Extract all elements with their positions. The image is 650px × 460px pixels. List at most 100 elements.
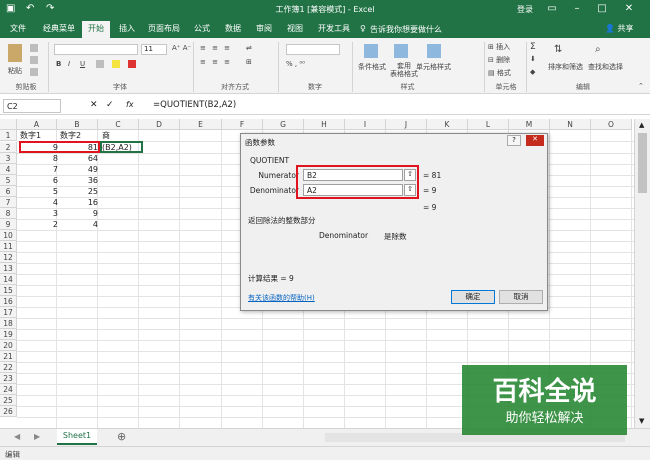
cell-b7[interactable]: 16 bbox=[60, 197, 98, 208]
conditional-format-label[interactable]: 条件格式 bbox=[358, 62, 386, 72]
row-header-23[interactable]: 23 bbox=[0, 373, 17, 384]
scroll-down-icon[interactable]: ▼ bbox=[639, 417, 644, 425]
cell-b5[interactable]: 36 bbox=[60, 175, 98, 186]
italic-icon[interactable]: I bbox=[68, 60, 70, 68]
sort-filter-icon[interactable]: ⇅ bbox=[554, 44, 562, 55]
help-icon[interactable]: ? bbox=[507, 135, 521, 146]
tab-formulas[interactable]: 公式 bbox=[190, 23, 214, 34]
insert-function-icon[interactable]: fx bbox=[126, 100, 134, 109]
font-size-combo[interactable]: 11 bbox=[141, 44, 167, 55]
tab-review[interactable]: 审阅 bbox=[252, 23, 276, 34]
tell-me-input[interactable]: 告诉我你想要做什么 bbox=[370, 24, 442, 35]
ribbon-display-icon[interactable]: ▭ bbox=[545, 3, 559, 14]
row-header-5[interactable]: 5 bbox=[0, 175, 17, 186]
percent-icon[interactable]: % , ⁰⁰ bbox=[286, 60, 305, 68]
cell-b9[interactable]: 4 bbox=[60, 219, 98, 230]
cell-a3[interactable]: 8 bbox=[20, 153, 58, 164]
tab-classic-menu[interactable]: 经典菜单 bbox=[39, 23, 79, 34]
cell-c1[interactable]: 商 bbox=[102, 130, 110, 141]
vertical-scrollbar[interactable]: ▲ ▼ bbox=[634, 119, 650, 428]
cell-b6[interactable]: 25 bbox=[60, 186, 98, 197]
minimize-icon[interactable]: – bbox=[570, 3, 584, 14]
cut-icon[interactable] bbox=[30, 44, 38, 52]
next-sheet-icon[interactable]: ▶ bbox=[34, 432, 40, 441]
column-header-f[interactable]: F bbox=[222, 119, 263, 130]
column-header-d[interactable]: D bbox=[139, 119, 180, 130]
underline-icon[interactable]: U bbox=[80, 60, 85, 68]
row-header-18[interactable]: 18 bbox=[0, 318, 17, 329]
collapse-ribbon-icon[interactable]: ⌃ bbox=[638, 82, 644, 90]
scroll-thumb[interactable] bbox=[638, 133, 647, 193]
conditional-format-icon[interactable] bbox=[364, 44, 378, 58]
paste-label[interactable]: 粘贴 bbox=[8, 66, 22, 76]
copy-icon[interactable] bbox=[30, 56, 38, 64]
cell-a4[interactable]: 7 bbox=[20, 164, 58, 175]
wrap-text-icon[interactable]: ⇌ bbox=[246, 44, 252, 52]
cell-a9[interactable]: 2 bbox=[20, 219, 58, 230]
formula-input[interactable]: =QUOTIENT(B2,A2) bbox=[153, 100, 236, 110]
column-header-k[interactable]: K bbox=[427, 119, 468, 130]
login-link[interactable]: 登录 bbox=[517, 4, 533, 15]
row-header-17[interactable]: 17 bbox=[0, 307, 17, 318]
column-header-j[interactable]: J bbox=[386, 119, 427, 130]
row-header-3[interactable]: 3 bbox=[0, 153, 17, 164]
cell-a7[interactable]: 4 bbox=[20, 197, 58, 208]
find-select-label[interactable]: 查找和选择 bbox=[588, 62, 623, 72]
name-box[interactable]: C2 bbox=[3, 99, 61, 113]
align-left-icon[interactable]: ≡ ≡ ≡ bbox=[200, 58, 232, 66]
paste-icon[interactable] bbox=[8, 44, 22, 62]
cell-b4[interactable]: 49 bbox=[60, 164, 98, 175]
column-header-h[interactable]: H bbox=[304, 119, 345, 130]
cell-a5[interactable]: 6 bbox=[20, 175, 58, 186]
column-header-l[interactable]: L bbox=[468, 119, 509, 130]
row-header-13[interactable]: 13 bbox=[0, 263, 17, 274]
row-header-21[interactable]: 21 bbox=[0, 351, 17, 362]
cancel-button[interactable]: 取消 bbox=[499, 290, 543, 304]
tab-file[interactable]: 文件 bbox=[6, 23, 30, 34]
clear-icon[interactable]: ◆ bbox=[530, 68, 535, 76]
row-header-8[interactable]: 8 bbox=[0, 208, 17, 219]
fill-icon[interactable]: ⬇ bbox=[530, 55, 536, 63]
row-header-12[interactable]: 12 bbox=[0, 252, 17, 263]
cell-b3[interactable]: 64 bbox=[60, 153, 98, 164]
font-name-combo[interactable] bbox=[54, 44, 138, 55]
autosum-icon[interactable]: Σ bbox=[530, 42, 536, 52]
tab-developer[interactable]: 开发工具 bbox=[314, 23, 354, 34]
row-header-1[interactable]: 1 bbox=[0, 130, 17, 141]
row-header-20[interactable]: 20 bbox=[0, 340, 17, 351]
function-help-link[interactable]: 有关该函数的帮助(H) bbox=[248, 293, 315, 303]
row-header-4[interactable]: 4 bbox=[0, 164, 17, 175]
insert-cells-button[interactable]: ⊞ 插入 bbox=[488, 42, 510, 52]
row-header-10[interactable]: 10 bbox=[0, 230, 17, 241]
format-painter-icon[interactable] bbox=[30, 68, 38, 76]
cell-style-label[interactable]: 单元格样式 bbox=[416, 62, 451, 72]
table-format-icon[interactable] bbox=[394, 44, 408, 58]
ok-button[interactable]: 确定 bbox=[451, 290, 495, 304]
row-header-15[interactable]: 15 bbox=[0, 285, 17, 296]
row-header-16[interactable]: 16 bbox=[0, 296, 17, 307]
close-icon[interactable]: ✕ bbox=[622, 3, 636, 14]
row-header-22[interactable]: 22 bbox=[0, 362, 17, 373]
tab-page-layout[interactable]: 页面布局 bbox=[144, 23, 184, 34]
column-header-a[interactable]: A bbox=[17, 119, 57, 130]
row-header-14[interactable]: 14 bbox=[0, 274, 17, 285]
merge-icon[interactable]: ⊞ bbox=[246, 58, 252, 66]
font-grow-icon[interactable]: A⁺ A⁻ bbox=[172, 44, 191, 52]
row-header-25[interactable]: 25 bbox=[0, 395, 17, 406]
row-header-2[interactable]: 2 bbox=[0, 142, 17, 153]
bold-icon[interactable]: B bbox=[56, 60, 61, 68]
tab-view[interactable]: 视图 bbox=[283, 23, 307, 34]
cell-a1[interactable]: 数字1 bbox=[20, 130, 41, 141]
fill-color-icon[interactable] bbox=[112, 60, 120, 68]
number-format-combo[interactable] bbox=[286, 44, 340, 55]
scroll-up-icon[interactable]: ▲ bbox=[639, 121, 644, 129]
row-header-9[interactable]: 9 bbox=[0, 219, 17, 230]
select-all-corner[interactable] bbox=[0, 119, 17, 130]
cancel-icon[interactable]: ✕ bbox=[90, 100, 98, 110]
cell-b8[interactable]: 9 bbox=[60, 208, 98, 219]
tab-home[interactable]: 开始 bbox=[82, 21, 110, 38]
share-button[interactable]: 👤 共享 bbox=[605, 23, 634, 34]
column-header-b[interactable]: B bbox=[57, 119, 98, 130]
cell-style-icon[interactable] bbox=[427, 44, 441, 58]
maximize-icon[interactable]: □ bbox=[595, 3, 609, 14]
